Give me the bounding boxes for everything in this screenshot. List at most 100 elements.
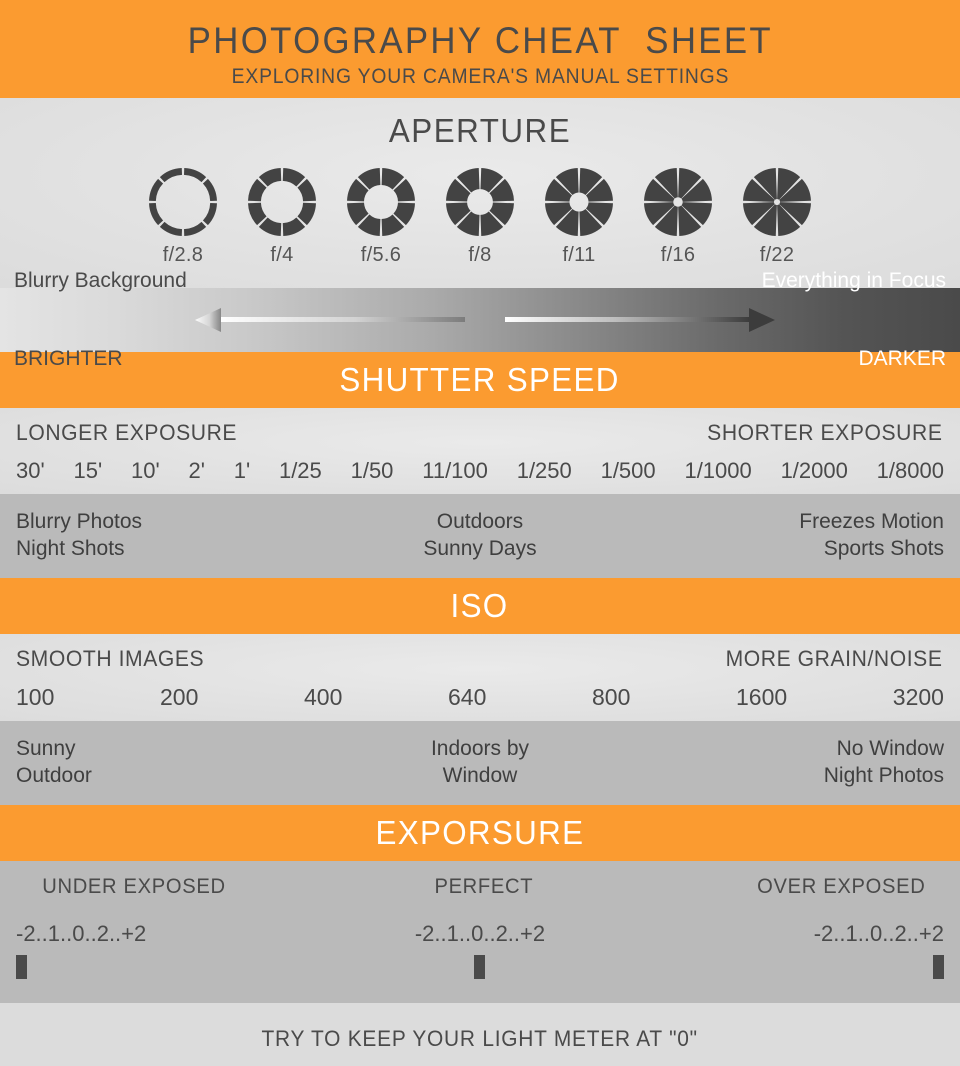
page-title: PHOTOGRAPHY CHEAT SHEET (187, 20, 773, 62)
more-grain-noise-label: MORE GRAIN/NOISE (725, 646, 943, 671)
shutter-desc-left: Blurry Photos Night Shots (16, 510, 143, 560)
exposure-section: UNDER EXPOSED PERFECT OVER EXPOSED -2..1… (0, 861, 960, 1003)
blurry-background-label: Blurry Background (14, 268, 187, 292)
aperture-iris-icon (644, 168, 712, 236)
light-meter-marker (474, 955, 486, 979)
iso-value: 640 (448, 684, 487, 710)
shutter-value: 1/1000 (684, 458, 752, 483)
iso-desc-center: Indoors by Window (430, 737, 530, 787)
aperture-stop: f/5.6 (337, 166, 425, 267)
iso-value: 200 (160, 684, 199, 710)
shutter-value: 30' (16, 458, 45, 483)
aperture-blade (149, 178, 164, 201)
shutter-value: 1/50 (350, 458, 394, 483)
shutter-speed-scale: LONGER EXPOSURE SHORTER EXPOSURE 30' 15' 1… (0, 408, 960, 494)
shutter-value: 1/25 (278, 458, 322, 483)
iso-value: 100 (16, 684, 55, 710)
aperture-blade (159, 168, 182, 183)
shutter-value: 1/500 (600, 458, 656, 483)
aperture-stop-label: f/11 (562, 244, 596, 266)
aperture-arrows (195, 305, 775, 335)
light-meter-track (325, 951, 634, 979)
iso-value: 400 (304, 684, 343, 710)
light-meter-marker (16, 955, 27, 979)
perfect-label: PERFECT (434, 875, 534, 898)
aperture-blade (202, 203, 217, 226)
aperture-gradient-bar: Blurry Background BRIGHTER Everything in… (0, 269, 960, 370)
aperture-stop: f/11 (535, 166, 623, 267)
shutter-desc-right: Freezes Motion Sports Shots (799, 510, 944, 560)
header-banner: PHOTOGRAPHY CHEAT SHEET EXPLORING YOUR C… (0, 0, 960, 98)
smooth-images-label: SMOOTH IMAGES (16, 646, 205, 671)
iso-end-labels: SMOOTH IMAGES MORE GRAIN/NOISE (16, 646, 943, 672)
shutter-value: 1/250 (516, 458, 572, 483)
light-meter-over-exposed: -2..1..0..2..+2 (635, 921, 944, 979)
aperture-stop: f/4 (238, 166, 326, 267)
light-meter-scale: -2..1..0..2..+2 (414, 921, 546, 946)
iso-values-row: 100 200 400 640 800 1600 3200 (16, 684, 944, 711)
aperture-blade (184, 221, 207, 236)
aperture-stop-label: f/4 (270, 244, 294, 266)
light-meter-perfect: -2..1..0..2..+2 (325, 921, 634, 979)
under-exposed-label: UNDER EXPOSED (42, 875, 226, 898)
photography-cheat-sheet: PHOTOGRAPHY CHEAT SHEET EXPLORING YOUR C… (0, 0, 960, 1066)
brighter-label: BRIGHTER (14, 347, 123, 371)
shutter-value: 10' (130, 458, 160, 483)
light-meter-row: -2..1..0..2..+2 -2..1..0..2..+2 -2..1..0..… (16, 921, 944, 979)
light-meter-track (635, 951, 944, 979)
aperture-iris-icon (545, 168, 613, 236)
shutter-desc-center: Outdoors Sunny Days (423, 510, 537, 560)
darker-label: DARKER (858, 347, 946, 371)
iso-value: 3200 (892, 684, 944, 710)
shutter-descriptions: Blurry Photos Night Shots Outdoors Sunny… (0, 494, 960, 578)
aperture-iris-icon (248, 168, 316, 236)
light-meter-track (16, 951, 325, 979)
aperture-stop-label: f/8 (468, 244, 492, 266)
iso-scale: SMOOTH IMAGES MORE GRAIN/NOISE 100 200 400… (0, 634, 960, 721)
shutter-value: 11/100 (422, 458, 488, 483)
light-meter-scale: -2..1..0..2..+2 (16, 921, 147, 946)
aperture-iris-icon (446, 168, 514, 236)
footer-bar: TRY TO KEEP YOUR LIGHT METER AT "0" (0, 1003, 960, 1066)
page-subtitle: EXPLORING YOUR CAMERA'S MANUAL SETTINGS (231, 64, 729, 88)
exposure-heading: EXPORSURE (375, 814, 585, 851)
aperture-stop-label: f/5.6 (360, 244, 402, 266)
exposure-heading-bar: EXPORSURE (0, 805, 960, 861)
light-meter-under-exposed: -2..1..0..2..+2 (16, 921, 325, 979)
aperture-stop-label: f/16 (660, 244, 696, 266)
iso-value: 1600 (736, 684, 788, 710)
shutter-value: 2' (188, 458, 205, 483)
aperture-gradient-left-labels: Blurry Background BRIGHTER (14, 215, 187, 425)
shutter-value: 15' (73, 458, 103, 483)
arrow-left-icon (195, 308, 465, 332)
iso-heading-bar: ISO (0, 578, 960, 634)
arrow-right-icon (505, 308, 775, 332)
everything-in-focus-label: Everything in Focus (761, 268, 946, 292)
iso-desc-right: No Window Night Photos (823, 737, 944, 787)
light-meter-marker (932, 955, 944, 979)
shutter-end-labels: LONGER EXPOSURE SHORTER EXPOSURE (16, 420, 943, 446)
longer-exposure-label: LONGER EXPOSURE (16, 420, 238, 445)
shutter-value: 1/2000 (780, 458, 848, 483)
footer-text: TRY TO KEEP YOUR LIGHT METER AT "0" (261, 1025, 699, 1051)
shorter-exposure-label: SHORTER EXPOSURE (707, 420, 943, 445)
aperture-blade (184, 168, 207, 183)
shutter-values-row: 30' 15' 10' 2' 1' 1/25 1/50 11/100 1/250 1/500 1/1… (16, 458, 944, 484)
aperture-stop: f/8 (436, 166, 524, 267)
shutter-speed-heading: SHUTTER SPEED (339, 361, 621, 398)
iso-value: 800 (592, 684, 631, 710)
aperture-arrow-pair-icon (195, 308, 775, 332)
aperture-stop: f/16 (634, 166, 722, 267)
aperture-iris-icon (347, 168, 415, 236)
aperture-heading: APERTURE (388, 112, 572, 149)
aperture-blade (202, 178, 217, 201)
shutter-value: 1' (233, 458, 251, 483)
light-meter-scale: -2..1..0..2..+2 (813, 921, 944, 946)
shutter-value: 1/8000 (876, 458, 944, 483)
exposure-labels-row: UNDER EXPOSED PERFECT OVER EXPOSED (35, 875, 926, 899)
iso-descriptions: Sunny Outdoor Indoors by Window No Windo… (0, 721, 960, 805)
over-exposed-label: OVER EXPOSED (757, 875, 926, 898)
iso-heading: ISO (450, 587, 510, 624)
iso-desc-left: Sunny Outdoor (16, 737, 92, 787)
aperture-gradient-right-labels: Everything in Focus DARKER (762, 215, 946, 425)
